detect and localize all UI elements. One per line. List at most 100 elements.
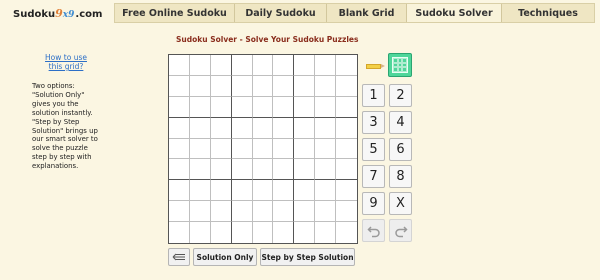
grid-cell[interactable]: [273, 117, 295, 139]
grid-cell[interactable]: [336, 118, 357, 139]
grid-cell[interactable]: [232, 222, 253, 243]
grid-cell[interactable]: [231, 180, 253, 202]
num-3-button[interactable]: 3: [362, 111, 385, 134]
grid-cell[interactable]: [231, 75, 253, 97]
grid-cell[interactable]: [169, 201, 190, 223]
grid-cell[interactable]: [315, 138, 337, 160]
grid-cell[interactable]: [315, 96, 337, 118]
site-logo[interactable]: Sudoku9x9.com: [13, 7, 102, 20]
grid-cell[interactable]: [315, 180, 337, 202]
grid-cell[interactable]: [315, 159, 337, 181]
grid-cell[interactable]: [189, 117, 211, 139]
grid-cell[interactable]: [210, 75, 232, 97]
grid-cell[interactable]: [169, 96, 190, 118]
grid-cell[interactable]: [252, 117, 274, 139]
grid-cell[interactable]: [336, 159, 357, 181]
solution-only-button[interactable]: Solution Only: [193, 248, 257, 266]
grid-cell[interactable]: [231, 96, 253, 118]
grid-cell[interactable]: [294, 55, 316, 76]
grid-cell[interactable]: [169, 138, 190, 160]
num-7-button[interactable]: 7: [362, 165, 385, 188]
grid-cell[interactable]: [336, 201, 357, 223]
grid-cell[interactable]: [294, 222, 316, 243]
grid-cell[interactable]: [231, 201, 253, 223]
grid-cell[interactable]: [169, 180, 190, 202]
tab-blank-grid[interactable]: Blank Grid: [327, 4, 407, 22]
grid-cell[interactable]: [252, 201, 274, 223]
tab-free-online-sudoku[interactable]: Free Online Sudoku: [115, 4, 235, 22]
grid-cell[interactable]: [336, 97, 357, 118]
grid-cell[interactable]: [294, 75, 316, 97]
tab-techniques[interactable]: Techniques: [502, 4, 594, 22]
grid-cell[interactable]: [211, 222, 232, 243]
grid-cell[interactable]: [336, 55, 357, 76]
grid-cell[interactable]: [189, 75, 211, 97]
grid-cell[interactable]: [336, 76, 357, 97]
grid-cell[interactable]: [169, 159, 190, 181]
grid-cell[interactable]: [273, 138, 295, 160]
grid-cell[interactable]: [189, 201, 211, 223]
grid-cell[interactable]: [189, 159, 211, 181]
grid-cell[interactable]: [294, 117, 316, 139]
grid-cell[interactable]: [315, 117, 337, 139]
num-4-button[interactable]: 4: [389, 111, 412, 134]
grid-cell[interactable]: [169, 117, 190, 139]
grid-cell[interactable]: [190, 222, 211, 243]
grid-cell[interactable]: [273, 180, 295, 202]
grid-cell[interactable]: [210, 96, 232, 118]
grid-cell[interactable]: [336, 139, 357, 160]
grid-cell[interactable]: [210, 180, 232, 202]
grid-cell[interactable]: [273, 55, 295, 76]
grid-cell[interactable]: [169, 222, 190, 243]
grid-cell[interactable]: [336, 222, 357, 243]
grid-cell[interactable]: [231, 55, 253, 76]
num-8-button[interactable]: 8: [389, 165, 412, 188]
num-6-button[interactable]: 6: [389, 138, 412, 161]
grid-cell[interactable]: [315, 201, 337, 223]
tab-daily-sudoku[interactable]: Daily Sudoku: [235, 4, 327, 22]
grid-cell[interactable]: [273, 159, 295, 181]
clear-grid-button[interactable]: [168, 248, 190, 266]
grid-cell[interactable]: [169, 75, 190, 97]
grid-cell[interactable]: [294, 138, 316, 160]
num-9-button[interactable]: 9: [362, 192, 385, 215]
grid-cell[interactable]: [315, 75, 337, 97]
grid-cell[interactable]: [294, 201, 316, 223]
grid-cell[interactable]: [252, 138, 274, 160]
tab-sudoku-solver[interactable]: Sudoku Solver: [407, 4, 502, 22]
grid-cell[interactable]: [273, 222, 295, 243]
num-2-button[interactable]: 2: [389, 84, 412, 107]
grid-cell[interactable]: [189, 138, 211, 160]
grid-cell[interactable]: [252, 96, 274, 118]
redo-button[interactable]: [389, 219, 412, 242]
grid-cell[interactable]: [169, 55, 190, 76]
num-1-button[interactable]: 1: [362, 84, 385, 107]
pencil-icon[interactable]: [364, 60, 385, 72]
erase-button[interactable]: X: [389, 192, 412, 215]
notes-toggle-icon[interactable]: [388, 53, 412, 77]
undo-button[interactable]: [362, 219, 385, 242]
how-to-use-link[interactable]: How to use this grid?: [44, 53, 88, 71]
step-by-step-button[interactable]: Step by Step Solution: [260, 248, 355, 266]
grid-cell[interactable]: [189, 180, 211, 202]
grid-cell[interactable]: [210, 55, 232, 76]
grid-cell[interactable]: [231, 117, 253, 139]
grid-cell[interactable]: [189, 55, 211, 76]
grid-cell[interactable]: [252, 180, 274, 202]
grid-cell[interactable]: [210, 201, 232, 223]
grid-cell[interactable]: [273, 75, 295, 97]
grid-cell[interactable]: [253, 222, 274, 243]
grid-cell[interactable]: [294, 159, 316, 181]
grid-cell[interactable]: [210, 117, 232, 139]
grid-cell[interactable]: [189, 96, 211, 118]
grid-cell[interactable]: [252, 55, 274, 76]
grid-cell[interactable]: [252, 75, 274, 97]
grid-cell[interactable]: [294, 180, 316, 202]
grid-cell[interactable]: [336, 180, 357, 202]
grid-cell[interactable]: [273, 201, 295, 223]
grid-cell[interactable]: [231, 138, 253, 160]
num-5-button[interactable]: 5: [362, 138, 385, 161]
grid-cell[interactable]: [294, 96, 316, 118]
grid-cell[interactable]: [252, 159, 274, 181]
grid-cell[interactable]: [273, 96, 295, 118]
